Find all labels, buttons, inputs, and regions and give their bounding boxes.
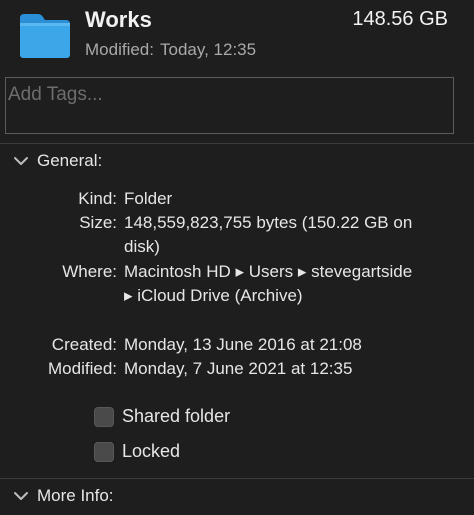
divider bbox=[0, 143, 474, 144]
kind-value: Folder bbox=[124, 189, 173, 208]
general-section-label: General: bbox=[37, 151, 103, 170]
size-value: 148,559,823,755 bytes (150.22 GB on disk… bbox=[124, 213, 413, 256]
locked-label: Locked bbox=[122, 441, 181, 461]
shared-folder-option[interactable]: Shared folder bbox=[94, 406, 230, 427]
chevron-down-icon bbox=[14, 157, 28, 165]
item-name[interactable]: Works bbox=[85, 7, 152, 33]
tags-input[interactable] bbox=[6, 78, 453, 108]
tags-field-box[interactable] bbox=[5, 77, 454, 134]
size-label: Size: bbox=[79, 213, 117, 232]
folder-icon bbox=[20, 14, 70, 58]
modified-summary: Modified: Today, 12:35 bbox=[85, 40, 262, 60]
total-size: 148.56 GB bbox=[352, 8, 448, 30]
modified-value: Monday, 7 June 2021 at 12:35 bbox=[124, 359, 353, 378]
modified-summary-label: Modified: bbox=[85, 40, 154, 59]
where-value: Macintosh HD ▸ Users ▸ stevegartside ▸ i… bbox=[124, 262, 413, 305]
created-label: Created: bbox=[51, 335, 117, 354]
shared-folder-checkbox[interactable] bbox=[94, 406, 114, 427]
more-info-section-label: More Info: bbox=[37, 486, 114, 505]
general-section-toggle[interactable]: General: bbox=[12, 151, 102, 171]
kind-label: Kind: bbox=[78, 189, 117, 208]
locked-checkbox[interactable] bbox=[94, 441, 114, 462]
divider bbox=[0, 478, 474, 479]
get-info-window: Works 148.56 GB Modified: Today, 12:35 Ge… bbox=[0, 0, 474, 515]
created-value: Monday, 13 June 2016 at 21:08 bbox=[124, 335, 362, 354]
shared-folder-label: Shared folder bbox=[122, 406, 231, 426]
modified-label: Modified: bbox=[48, 359, 117, 378]
info-header: Works 148.56 GB Modified: Today, 12:35 bbox=[0, 0, 474, 74]
more-info-section-toggle[interactable]: More Info: bbox=[12, 486, 114, 506]
modified-summary-value: Today, 12:35 bbox=[159, 40, 257, 59]
chevron-down-icon bbox=[14, 492, 28, 500]
where-label: Where: bbox=[62, 262, 117, 281]
locked-option[interactable]: Locked bbox=[94, 441, 180, 462]
